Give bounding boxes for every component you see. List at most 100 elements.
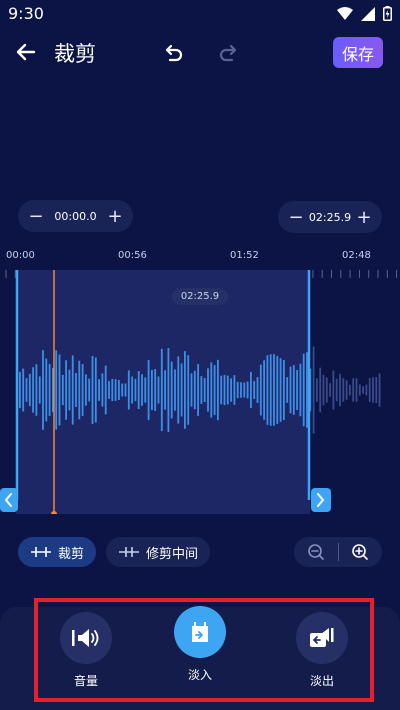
waveform-area[interactable] (0, 270, 400, 514)
waveform-bar (45, 358, 48, 422)
waveform-bar (124, 383, 127, 397)
zoom-in-button[interactable] (338, 537, 382, 567)
waveform-bar (243, 382, 246, 398)
waveform-bar (240, 382, 242, 398)
end-time-value: 02:25.9 (308, 210, 352, 224)
waveform-bar (42, 350, 44, 430)
waveform-bar (207, 368, 209, 412)
zoom-in-icon (352, 544, 369, 560)
waveform-bar (19, 371, 21, 409)
waveform-bar (88, 378, 91, 402)
redo-icon (219, 44, 237, 62)
zoom-out-button[interactable] (294, 537, 338, 567)
waveform-bar (58, 354, 61, 426)
waveform-bar (141, 374, 143, 406)
waveform-bar (71, 355, 74, 425)
status-time: 9:30 (8, 4, 44, 23)
waveform-bar (230, 378, 232, 402)
waveform-bar (335, 378, 338, 402)
end-decrease-button[interactable]: − (288, 207, 304, 228)
waveform-bar (292, 365, 295, 415)
waveform-bar (147, 359, 150, 421)
ruler-label: 00:56 (118, 250, 147, 261)
waveform-bar (91, 355, 94, 425)
waveform-bar (358, 384, 361, 396)
waveform-bar (365, 384, 368, 396)
waveform-bar (197, 364, 199, 416)
start-time-stepper: − 00:00.0 + (18, 200, 133, 232)
waveform-bar (362, 386, 364, 394)
waveform-bar (210, 362, 213, 418)
waveform-bar (98, 379, 100, 401)
waveform-bar (127, 370, 130, 410)
waveform-bar (32, 367, 34, 413)
zoom-out-icon (307, 544, 324, 560)
start-decrease-button[interactable]: − (28, 206, 44, 227)
waveform-bar (85, 374, 87, 406)
waveform-bar (339, 373, 341, 407)
end-increase-button[interactable]: + (356, 207, 372, 228)
waveform-bar (114, 379, 117, 401)
waveform-bar (276, 356, 279, 424)
waveform-bar (170, 361, 173, 419)
waveform-bar (250, 371, 252, 409)
playhead-time-badge: 02:25.9 (172, 288, 228, 305)
waveform-bar (187, 355, 190, 425)
waveform-bar (286, 377, 289, 403)
waveform-bar (190, 373, 193, 407)
waveform-bar (203, 378, 206, 402)
waveform-bar (322, 374, 325, 406)
waveform-bar (160, 348, 163, 432)
trim-icon (31, 547, 51, 557)
ruler-label: 00:00 (6, 250, 35, 261)
waveform-bar (134, 378, 137, 402)
waveform-bar (38, 376, 41, 404)
waveform-bar (151, 370, 153, 410)
ruler-label: 02:48 (342, 250, 371, 261)
waveform-bar (180, 363, 183, 417)
wifi-icon (337, 6, 353, 20)
trim-start-handle[interactable] (0, 488, 18, 512)
waveform-bar (68, 369, 71, 411)
end-time-stepper: − 02:25.9 + (278, 201, 382, 233)
waveform-bar (223, 374, 226, 406)
waveform-bar (236, 381, 239, 399)
waveform-bar (154, 369, 157, 411)
start-increase-button[interactable]: + (107, 206, 123, 227)
trim-mode-button[interactable]: 裁剪 (18, 537, 96, 567)
waveform-bar (302, 353, 305, 427)
waveform-bar (316, 378, 318, 402)
page-title: 裁剪 (54, 42, 96, 66)
waveform-bar (325, 377, 328, 403)
waveform-bar (289, 366, 292, 414)
status-icons (337, 6, 392, 21)
start-time-value: 00:00.0 (54, 209, 97, 223)
waveform-bar (75, 373, 77, 407)
waveform-bar (342, 378, 345, 402)
waveform-bar (164, 370, 166, 410)
waveform-bar (283, 360, 285, 420)
trim-middle-mode-button[interactable]: 修剪中间 (106, 537, 210, 567)
waveform-bar (349, 384, 351, 396)
waveform-bar (269, 354, 272, 426)
waveform-bar (35, 364, 38, 416)
waveform-bar (259, 364, 262, 416)
waveform-bar (22, 368, 25, 412)
undo-button[interactable] (162, 41, 186, 65)
trim-end-handle[interactable] (311, 488, 331, 512)
waveform-bar (61, 374, 64, 406)
waveform-bar (332, 370, 335, 410)
waveform-bar (94, 357, 97, 423)
waveform-bar (226, 375, 229, 405)
ruler-label: 01:52 (230, 250, 259, 261)
back-button[interactable] (12, 38, 40, 66)
waveform-bar (108, 381, 110, 399)
waveform-bar (144, 377, 147, 403)
waveform-bar (266, 355, 269, 425)
waveform-bar (131, 376, 133, 404)
waveform-bar (184, 351, 186, 429)
save-button[interactable]: 保存 (333, 37, 383, 68)
redo-button[interactable] (216, 41, 240, 65)
waveform-bar (279, 358, 282, 422)
waveform-bar (253, 380, 256, 400)
